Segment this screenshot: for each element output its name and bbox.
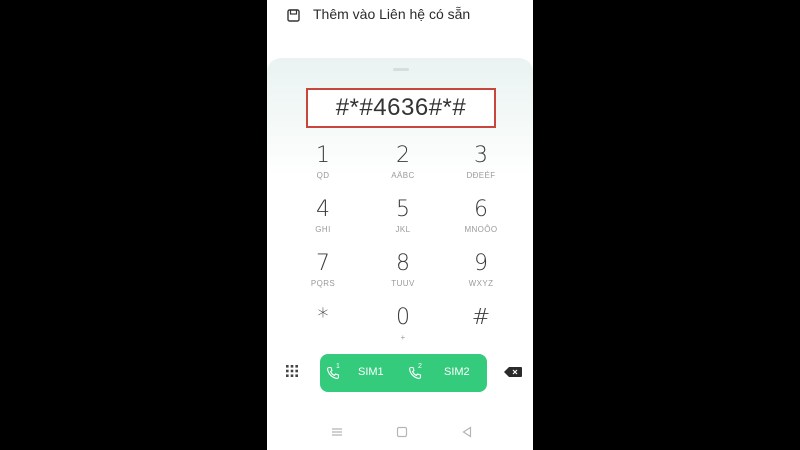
key-star[interactable]: * [288, 302, 358, 352]
key-5[interactable]: 5 JKL [368, 194, 438, 244]
key-digit: 2 [396, 143, 410, 168]
key-digit: 3 [474, 143, 488, 168]
key-digit: 8 [396, 251, 410, 276]
backspace-icon[interactable] [504, 367, 522, 377]
key-8[interactable]: 8 TUUV [368, 248, 438, 298]
key-letters: WXYZ [468, 279, 494, 288]
key-digit: # [471, 305, 491, 330]
back-icon[interactable] [461, 426, 473, 438]
key-digit: 4 [316, 197, 330, 222]
add-to-contact-link[interactable]: Thêm vào Liên hệ có sẵn [313, 6, 470, 22]
sim2-label: SIM2 [444, 366, 470, 378]
key-6[interactable]: 6 MNOÔO [446, 194, 516, 244]
key-digit: 0 [396, 305, 410, 330]
home-icon[interactable] [396, 426, 408, 438]
key-0[interactable]: 0 + [368, 302, 438, 352]
key-letters: DĐEÉF [466, 171, 496, 180]
key-digit: 1 [316, 143, 330, 168]
call-button-bar: 1 SIM1 2 SIM2 [320, 354, 487, 392]
call-sim2-button[interactable]: 2 SIM2 [404, 354, 487, 392]
key-digit: 7 [316, 251, 330, 276]
sim-badge: 1 [336, 363, 340, 370]
top-bar: Thêm vào Liên hệ có sẵn [267, 0, 533, 58]
key-2[interactable]: 2 AÄBC [368, 140, 438, 190]
sheet-handle[interactable] [393, 68, 409, 71]
key-digit: 6 [474, 197, 488, 222]
sim1-label: SIM1 [358, 366, 384, 378]
key-letters: PQRS [310, 279, 336, 288]
key-letters: QD [316, 171, 330, 180]
key-letters: GHI [315, 225, 331, 234]
system-nav-bar [267, 418, 533, 448]
key-hash[interactable]: # [446, 302, 516, 352]
key-1[interactable]: 1 QD [288, 140, 358, 190]
key-digit: * [317, 305, 329, 330]
key-digit: 5 [396, 197, 410, 222]
key-letters: + [400, 333, 406, 342]
key-3[interactable]: 3 DĐEÉF [446, 140, 516, 190]
key-letters: MNOÔO [464, 225, 498, 234]
sim-badge: 2 [418, 363, 422, 370]
key-letters: TUUV [391, 279, 415, 288]
dialed-number-display: #*#4636#*# [306, 88, 496, 128]
menu-icon[interactable] [331, 426, 343, 438]
key-7[interactable]: 7 PQRS [288, 248, 358, 298]
call-sim1-button[interactable]: 1 SIM1 [320, 354, 403, 392]
phone-screen: Thêm vào Liên hệ có sẵn #*#4636#*# 1 QD … [267, 0, 533, 450]
key-9[interactable]: 9 WXYZ [446, 248, 516, 298]
save-icon [287, 9, 300, 22]
key-digit: 9 [474, 251, 488, 276]
key-letters: AÄBC [391, 171, 415, 180]
key-letters: JKL [395, 225, 411, 234]
key-4[interactable]: 4 GHI [288, 194, 358, 244]
dialpad-grid-icon[interactable] [285, 364, 299, 378]
